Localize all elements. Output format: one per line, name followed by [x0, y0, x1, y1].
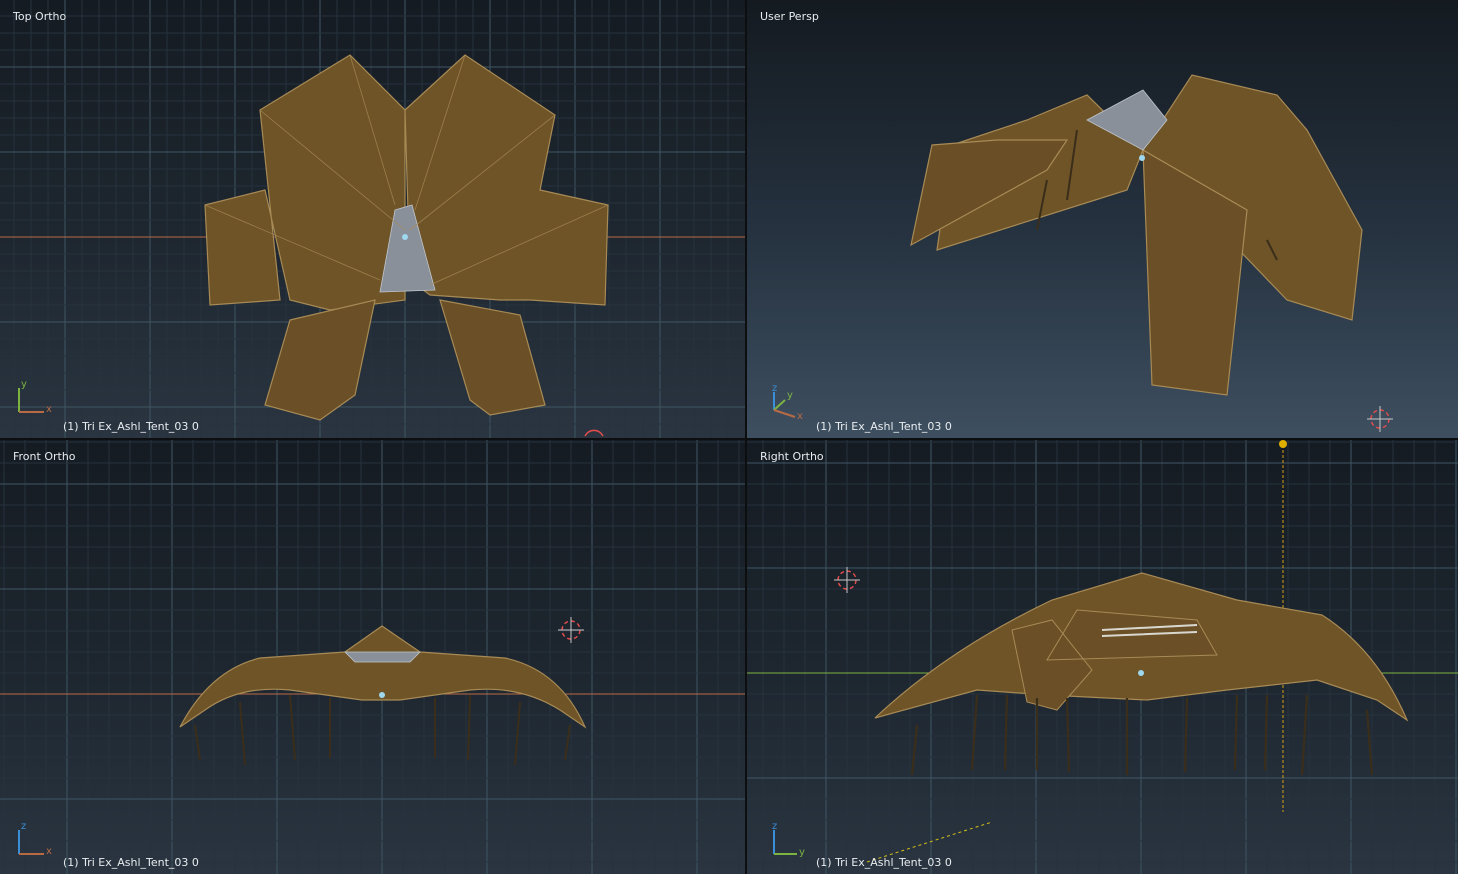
active-object-label: (1) Tri Ex_Ashl_Tent_03 0 [63, 856, 199, 869]
viewport-label: User Persp [760, 10, 819, 23]
tent-mesh[interactable] [910, 74, 1363, 396]
3d-cursor[interactable] [1367, 406, 1393, 432]
3d-cursor[interactable] [584, 429, 604, 437]
viewport-front-ortho[interactable]: z x Front Ortho (1) Tri Ex_Ashl_Tent_03 … [0, 440, 745, 874]
origin-dot[interactable] [402, 234, 408, 240]
viewport-label: Front Ortho [13, 450, 76, 463]
viewport-top-ortho[interactable]: y x Top Ortho (1) Tri Ex_Ashl_Tent_03 0 [0, 0, 745, 438]
axis-y-label: y [21, 379, 27, 390]
viewport-label: Right Ortho [760, 450, 824, 463]
axis-gizmo: z y [772, 821, 805, 858]
viewport-right-ortho[interactable]: z y Right Ortho (1) Tri Ex_Ashl_Tent_03 … [747, 440, 1458, 874]
viewport-label: Top Ortho [13, 10, 67, 23]
viewport-divider-vertical[interactable] [745, 0, 747, 874]
right-ortho-scene[interactable]: z y [747, 440, 1458, 874]
active-object-label: (1) Tri Ex_Ashl_Tent_03 0 [816, 420, 952, 433]
persp-scene[interactable]: z y x [747, 0, 1458, 438]
lamp-icon[interactable] [1279, 440, 1287, 448]
viewport-user-persp[interactable]: z y x User Persp (1) Tri Ex_Ashl_Tent_03… [747, 0, 1458, 438]
axis-z-label: z [772, 821, 777, 832]
axis-x-label: x [46, 846, 52, 857]
active-object-label: (1) Tri Ex_Ashl_Tent_03 0 [63, 420, 199, 433]
top-ortho-scene[interactable]: y x [0, 0, 745, 438]
origin-dot[interactable] [1138, 670, 1144, 676]
origin-dot[interactable] [379, 692, 385, 698]
axis-z-label: z [772, 383, 777, 394]
viewport-divider-horizontal[interactable] [0, 438, 1458, 440]
active-object-label: (1) Tri Ex_Ashl_Tent_03 0 [816, 856, 952, 869]
3d-cursor[interactable] [558, 617, 584, 643]
origin-dot[interactable] [1139, 155, 1145, 161]
axis-x-label: x [797, 411, 803, 422]
axis-gizmo: z x [18, 821, 52, 857]
front-ortho-scene[interactable]: z x [0, 440, 745, 874]
axis-z-label: z [21, 821, 26, 832]
axis-gizmo: y x [18, 379, 52, 415]
axis-y-label: y [787, 390, 793, 401]
axis-x-label: x [46, 404, 52, 415]
axis-gizmo: z y x [772, 383, 803, 422]
axis-y-label: y [799, 847, 805, 858]
